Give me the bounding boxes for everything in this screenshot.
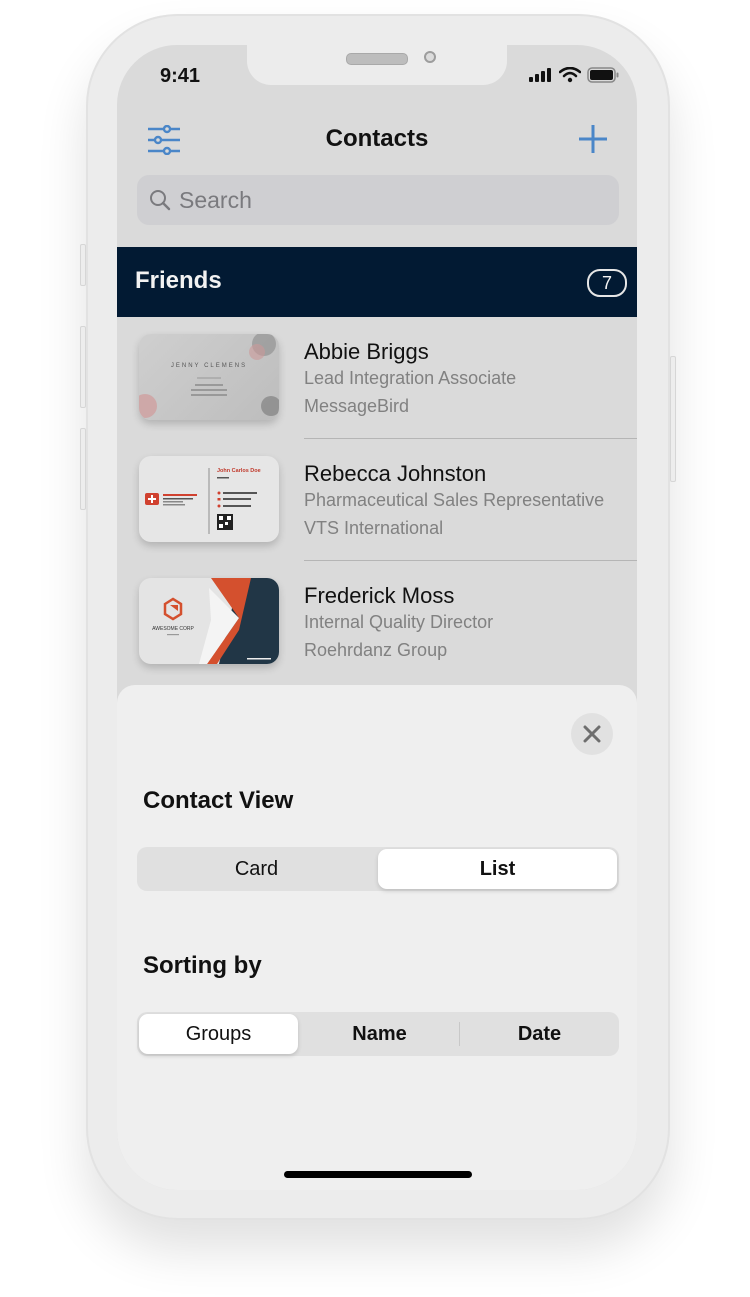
business-card-thumbnail[interactable]: JENNY CLEMENS [139,334,279,420]
contact-name: Frederick Moss [304,583,455,608]
contact-company: VTS International [304,518,444,538]
segment-list[interactable]: List [378,849,617,889]
sorting-heading: Sorting by [143,952,262,979]
group-header[interactable]: Friends 7 [117,247,637,317]
contact-view-segmented-control: Card List [137,847,619,891]
contact-list: JENNY CLEMENS Abbie Briggs Lead Integrat… [117,317,637,683]
contact-view-heading: Contact View [143,787,294,814]
segment-name[interactable]: Name [300,1012,459,1056]
card-name-text: John Carlos Doe [217,468,261,474]
search-placeholder: Search [179,186,252,213]
segment-date[interactable]: Date [460,1012,619,1056]
wifi-icon [559,67,581,83]
status-time: 9:41 [160,65,201,87]
speaker-grille [346,53,408,65]
group-count-badge: 7 [587,269,627,297]
contact-title: Internal Quality Director [304,612,494,632]
business-card-thumbnail[interactable]: John Carlos Doe [139,456,279,542]
view-options-sheet: Contact View Card List Sorting by Groups… [117,685,637,1190]
floral-card-art: JENNY CLEMENS [139,334,279,418]
card-name-text: AWESOME CORP [152,626,194,632]
home-indicator[interactable] [284,1171,472,1178]
corporate-card-art: AWESOME CORP [152,578,279,664]
medical-card-art: John Carlos Doe [145,468,261,534]
contact-row[interactable]: John Carlos Doe Rebecca Johnston Pharmac… [117,439,637,561]
business-card-thumbnail[interactable]: AWESOME CORP [139,578,279,664]
front-camera [424,51,436,63]
contact-title: Lead Integration Associate [304,368,517,388]
notch [247,45,507,85]
segment-card[interactable]: Card [137,847,376,891]
volume-down-button [80,428,86,510]
group-name: Friends [135,267,222,294]
search-input[interactable]: Search [137,175,619,225]
battery-icon [587,67,619,83]
contact-name: Rebecca Johnston [304,461,487,486]
contact-row[interactable]: JENNY CLEMENS Abbie Briggs Lead Integrat… [117,317,637,439]
screen: 9:41 Contacts Search Friends 7 JENNY CLE… [117,45,637,1190]
status-icons [529,67,619,83]
contact-row[interactable]: AWESOME CORP Frederick Moss Internal Qua… [117,561,637,683]
search-icon [150,190,171,211]
add-contact-button[interactable] [577,123,609,155]
mute-switch [80,244,86,286]
power-button [670,356,676,482]
sorting-segmented-control: Groups Name Date [137,1012,619,1056]
plus-icon [579,125,607,153]
nav-bar: Contacts [117,115,637,165]
contact-company: MessageBird [304,396,410,416]
contact-company: Roehrdanz Group [304,640,448,660]
close-button[interactable] [571,713,613,755]
contact-title: Pharmaceutical Sales Representative [304,490,605,510]
volume-up-button [80,326,86,408]
segment-groups[interactable]: Groups [139,1014,298,1054]
card-name-text: JENNY CLEMENS [171,363,247,369]
contact-name: Abbie Briggs [304,339,429,364]
signal-icon [529,68,551,82]
close-icon [583,725,601,743]
page-title: Contacts [325,125,429,152]
